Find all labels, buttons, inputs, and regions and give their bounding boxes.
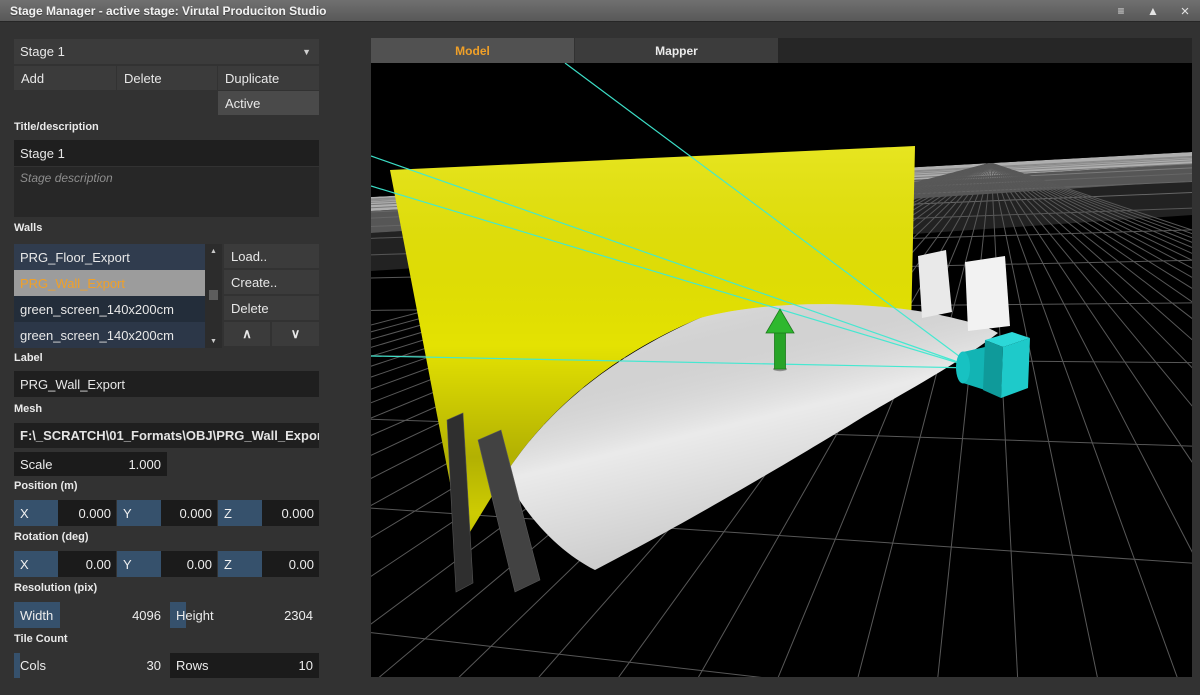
chevron-down-icon: ▼	[302, 47, 311, 57]
scrollbar-thumb[interactable]	[209, 290, 218, 300]
chevron-down-icon: ∨	[291, 326, 301, 342]
delete-stage-button[interactable]: Delete	[117, 66, 217, 90]
position-label: Position (m)	[14, 480, 78, 492]
tile-rows-field[interactable]: Rows 10	[170, 653, 319, 678]
menu-icon[interactable]: ≡	[1112, 4, 1130, 18]
title-description-label: Title/description	[14, 121, 99, 133]
wall-label-input[interactable]	[14, 371, 319, 397]
active-stage-button[interactable]: Active	[218, 91, 319, 115]
width-label: Width	[20, 608, 53, 623]
wall-list-item[interactable]: green_screen_140x200cm	[14, 296, 205, 322]
wall-panel-white-1[interactable]	[918, 250, 952, 318]
wall-panel-white-2[interactable]	[965, 256, 1010, 331]
scale-value: 1.000	[128, 457, 161, 472]
tab-mapper[interactable]: Mapper	[575, 38, 778, 63]
rotation-x-label: X	[14, 551, 58, 577]
scroll-up-icon[interactable]: ▲	[205, 244, 222, 258]
delete-wall-button[interactable]: Delete	[224, 296, 319, 320]
cols-value: 30	[147, 658, 161, 673]
create-wall-button[interactable]: Create..	[224, 270, 319, 294]
close-icon[interactable]: ×	[1176, 3, 1194, 20]
position-x-field[interactable]: 0.000	[58, 500, 116, 526]
position-z-field[interactable]: 0.000	[262, 500, 319, 526]
position-x-label: X	[14, 500, 58, 526]
move-wall-up-button[interactable]: ∧	[224, 322, 270, 346]
wall-list-item[interactable]: green_screen_140x200cm	[14, 322, 205, 348]
mesh-scale-field[interactable]: Scale 1.000	[14, 452, 167, 476]
mesh-path-field[interactable]: F:\_SCRATCH\01_Formats\OBJ\PRG_Wall_Expo…	[14, 423, 319, 448]
maximize-icon[interactable]: ▲	[1144, 4, 1162, 18]
duplicate-stage-button[interactable]: Duplicate	[218, 66, 319, 90]
tile-cols-field[interactable]: Cols 30	[14, 653, 167, 678]
add-stage-button[interactable]: Add	[14, 66, 116, 90]
cols-label: Cols	[20, 658, 46, 673]
rotation-y-field[interactable]: 0.00	[161, 551, 217, 577]
rotation-x-field[interactable]: 0.00	[58, 551, 116, 577]
rotation-z-label: Z	[218, 551, 262, 577]
rotation-z-field[interactable]: 0.00	[262, 551, 319, 577]
rows-label: Rows	[176, 658, 209, 673]
stage-title-input[interactable]	[14, 140, 319, 166]
position-z-label: Z	[218, 500, 262, 526]
move-wall-down-button[interactable]: ∨	[272, 322, 319, 346]
scale-label: Scale	[20, 457, 53, 472]
rotation-y-label: Y	[117, 551, 161, 577]
width-value: 4096	[132, 608, 161, 623]
tab-model[interactable]: Model	[371, 38, 574, 63]
chevron-up-icon: ∧	[242, 326, 252, 342]
position-y-field[interactable]: 0.000	[161, 500, 217, 526]
walls-list: PRG_Floor_Export PRG_Wall_Export green_s…	[14, 244, 205, 348]
camera-body-front	[983, 340, 1003, 398]
tab-bar	[778, 38, 1192, 63]
height-label: Height	[176, 608, 214, 623]
wall-list-item[interactable]: PRG_Floor_Export	[14, 244, 205, 270]
app-window: Stage Manager - active stage: Virutal Pr…	[0, 0, 1200, 695]
wall-list-item-selected[interactable]: PRG_Wall_Export	[14, 270, 205, 296]
mesh-label: Mesh	[14, 403, 42, 415]
load-wall-button[interactable]: Load..	[224, 244, 319, 268]
camera-lens-front	[956, 352, 970, 384]
rows-value: 10	[299, 658, 313, 673]
scroll-down-icon[interactable]: ▼	[205, 334, 222, 348]
title-bar: Stage Manager - active stage: Virutal Pr…	[0, 0, 1200, 22]
tile-count-label: Tile Count	[14, 633, 68, 645]
resolution-height-field[interactable]: Height 2304	[170, 602, 319, 628]
position-y-label: Y	[117, 500, 161, 526]
walls-scrollbar[interactable]: ▲ ▼	[205, 244, 222, 348]
window-title: Stage Manager - active stage: Virutal Pr…	[0, 4, 327, 18]
viewport-3d-canvas[interactable]	[371, 63, 1192, 677]
stage-select-dropdown[interactable]: Stage 1 ▼	[14, 39, 319, 64]
wall-label-section-label: Label	[14, 352, 43, 364]
rotation-label: Rotation (deg)	[14, 531, 89, 543]
walls-label: Walls	[14, 222, 42, 234]
resolution-width-field[interactable]: Width 4096	[14, 602, 167, 628]
resolution-label: Resolution (pix)	[14, 582, 97, 594]
stage-select-value: Stage 1	[20, 44, 65, 59]
height-value: 2304	[284, 608, 313, 623]
stage-description-input[interactable]	[14, 167, 319, 217]
